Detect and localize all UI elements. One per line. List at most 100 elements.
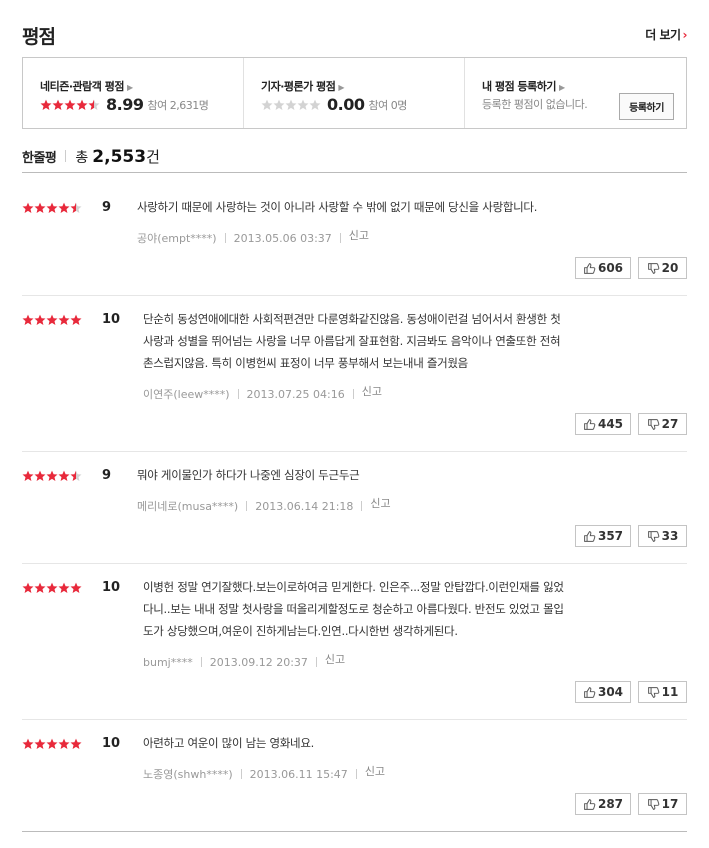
report-link[interactable]: 신고: [325, 651, 345, 667]
star-icon: [261, 99, 273, 111]
star-icon: [46, 738, 58, 750]
review-line: 이병헌 정말 연기잘했다.보는이로하여금 믿게한다. 인은주...정말 안탑깝다…: [143, 580, 564, 594]
like-count: 445: [597, 417, 624, 431]
review-score: 10: [102, 312, 121, 327]
divider: [22, 563, 687, 564]
divider: [200, 657, 202, 667]
critic-rating-label: 기자·평론가 평점: [261, 80, 336, 93]
like-button[interactable]: 357: [575, 525, 631, 547]
critic-rating-panel: 기자·평론가 평점 ▶ 0.00 참여 0명: [244, 58, 465, 128]
divider: [22, 172, 687, 173]
review-count-label: 한줄평: [22, 151, 57, 166]
divider: [355, 769, 357, 779]
star-icon: [70, 202, 82, 214]
dislike-count: 20: [661, 261, 679, 275]
divider: [246, 501, 248, 511]
star-icon: [58, 738, 70, 750]
dislike-count: 17: [661, 797, 679, 811]
chevron-right-icon: ›: [682, 28, 688, 42]
thumbs-down-icon: [647, 262, 660, 275]
review-count: 한줄평 총 2,553 건: [22, 146, 160, 167]
review-count-suffix: 건: [146, 148, 160, 166]
star-icon: [34, 470, 46, 482]
star-icon: [46, 470, 58, 482]
star-icon: [309, 99, 321, 111]
thumbs-up-icon: [583, 686, 596, 699]
star-icon: [70, 314, 82, 326]
dislike-button[interactable]: 17: [638, 793, 687, 815]
divider: [22, 719, 687, 720]
triangle-right-icon: ▶: [126, 83, 133, 92]
star-icon: [285, 99, 297, 111]
star-icon: [22, 314, 34, 326]
report-link[interactable]: 신고: [365, 763, 385, 779]
divider: [65, 150, 67, 162]
review-star-rating: [22, 202, 82, 214]
review-score: 9: [102, 200, 112, 215]
more-link[interactable]: 더 보기 ›: [645, 26, 687, 43]
dislike-button[interactable]: 33: [638, 525, 687, 547]
triangle-right-icon: ▶: [338, 83, 345, 92]
netizen-rating-link[interactable]: 네티즌·관람객 평점 ▶: [40, 78, 133, 94]
star-icon: [58, 314, 70, 326]
dislike-count: 33: [661, 529, 679, 543]
star-icon: [76, 99, 88, 111]
critic-rating-link[interactable]: 기자·평론가 평점 ▶: [261, 78, 344, 94]
like-button[interactable]: 304: [575, 681, 631, 703]
like-button[interactable]: 445: [575, 413, 631, 435]
star-icon: [34, 738, 46, 750]
report-link[interactable]: 신고: [370, 495, 390, 511]
divider: [22, 295, 687, 296]
thumbs-down-icon: [647, 418, 660, 431]
review-item: 9 뭐야 게이물인가 하다가 나중엔 심장이 두근두근 메리네로(musa***…: [22, 468, 687, 550]
review-star-rating: [22, 582, 82, 594]
review-user[interactable]: 이연주(leew****): [143, 386, 230, 402]
dislike-button[interactable]: 11: [638, 681, 687, 703]
divider: [22, 451, 687, 452]
register-rating-button[interactable]: 등록하기: [619, 93, 674, 120]
star-icon: [52, 99, 64, 111]
divider: [240, 769, 242, 779]
review-user[interactable]: 공야(empt****): [137, 230, 217, 246]
review-item: 10 단순히 동성연애에대한 사회적편견만 다룬영화같진않음. 동성애이런걸 넘…: [22, 312, 687, 438]
review-user[interactable]: 노종영(shwh****): [143, 766, 233, 782]
star-icon: [273, 99, 285, 111]
dislike-count: 27: [661, 417, 679, 431]
thumbs-up-icon: [583, 262, 596, 275]
report-link[interactable]: 신고: [362, 383, 382, 399]
review-score: 10: [102, 580, 121, 595]
like-button[interactable]: 606: [575, 257, 631, 279]
like-button[interactable]: 287: [575, 793, 631, 815]
review-score: 9: [102, 468, 112, 483]
review-score: 10: [102, 736, 121, 751]
review-line: 사랑하기 때문에 사랑하는 것이 아니라 사랑할 수 밖에 없기 때문에 당신을…: [137, 200, 538, 214]
review-item: 10 이병헌 정말 연기잘했다.보는이로하여금 믿게한다. 인은주...정말 안…: [22, 580, 687, 706]
divider: [22, 831, 687, 832]
divider: [361, 501, 363, 511]
dislike-button[interactable]: 27: [638, 413, 687, 435]
dislike-button[interactable]: 20: [638, 257, 687, 279]
review-date: 2013.09.12 20:37: [209, 655, 308, 669]
report-link[interactable]: 신고: [349, 227, 369, 243]
dislike-count: 11: [661, 685, 679, 699]
critic-star-rating: [261, 99, 321, 111]
review-meta: 메리네로(musa****) 2013.06.14 21:18 신고: [137, 495, 391, 514]
critic-score: 0.00: [327, 95, 365, 114]
review-user[interactable]: 메리네로(musa****): [137, 498, 238, 514]
review-user[interactable]: bumj****: [143, 656, 193, 669]
review-item: 10 아련하고 여운이 많이 남는 영화네요. 노종영(shwh****) 201…: [22, 736, 687, 818]
star-icon: [70, 582, 82, 594]
star-icon: [46, 202, 58, 214]
star-icon: [46, 582, 58, 594]
star-icon: [22, 738, 34, 750]
star-icon: [22, 582, 34, 594]
review-star-rating: [22, 470, 82, 482]
review-text: 아련하고 여운이 많이 남는 영화네요.: [143, 732, 683, 754]
review-line: 사랑과 성별을 뛰어넘는 사랑을 너무 아름답게 잘표현함. 지금봐도 음악이나…: [143, 334, 561, 348]
review-line: 단순히 동성연애에대한 사회적편견만 다룬영화같진않음. 동성애이런걸 넘어서서…: [143, 312, 561, 326]
page-title: 평점: [22, 26, 56, 48]
my-rating-link[interactable]: 내 평점 등록하기 ▶: [482, 78, 565, 94]
triangle-right-icon: ▶: [559, 83, 565, 92]
divider: [224, 233, 226, 243]
review-text: 사랑하기 때문에 사랑하는 것이 아니라 사랑할 수 밖에 없기 때문에 당신을…: [137, 196, 677, 218]
